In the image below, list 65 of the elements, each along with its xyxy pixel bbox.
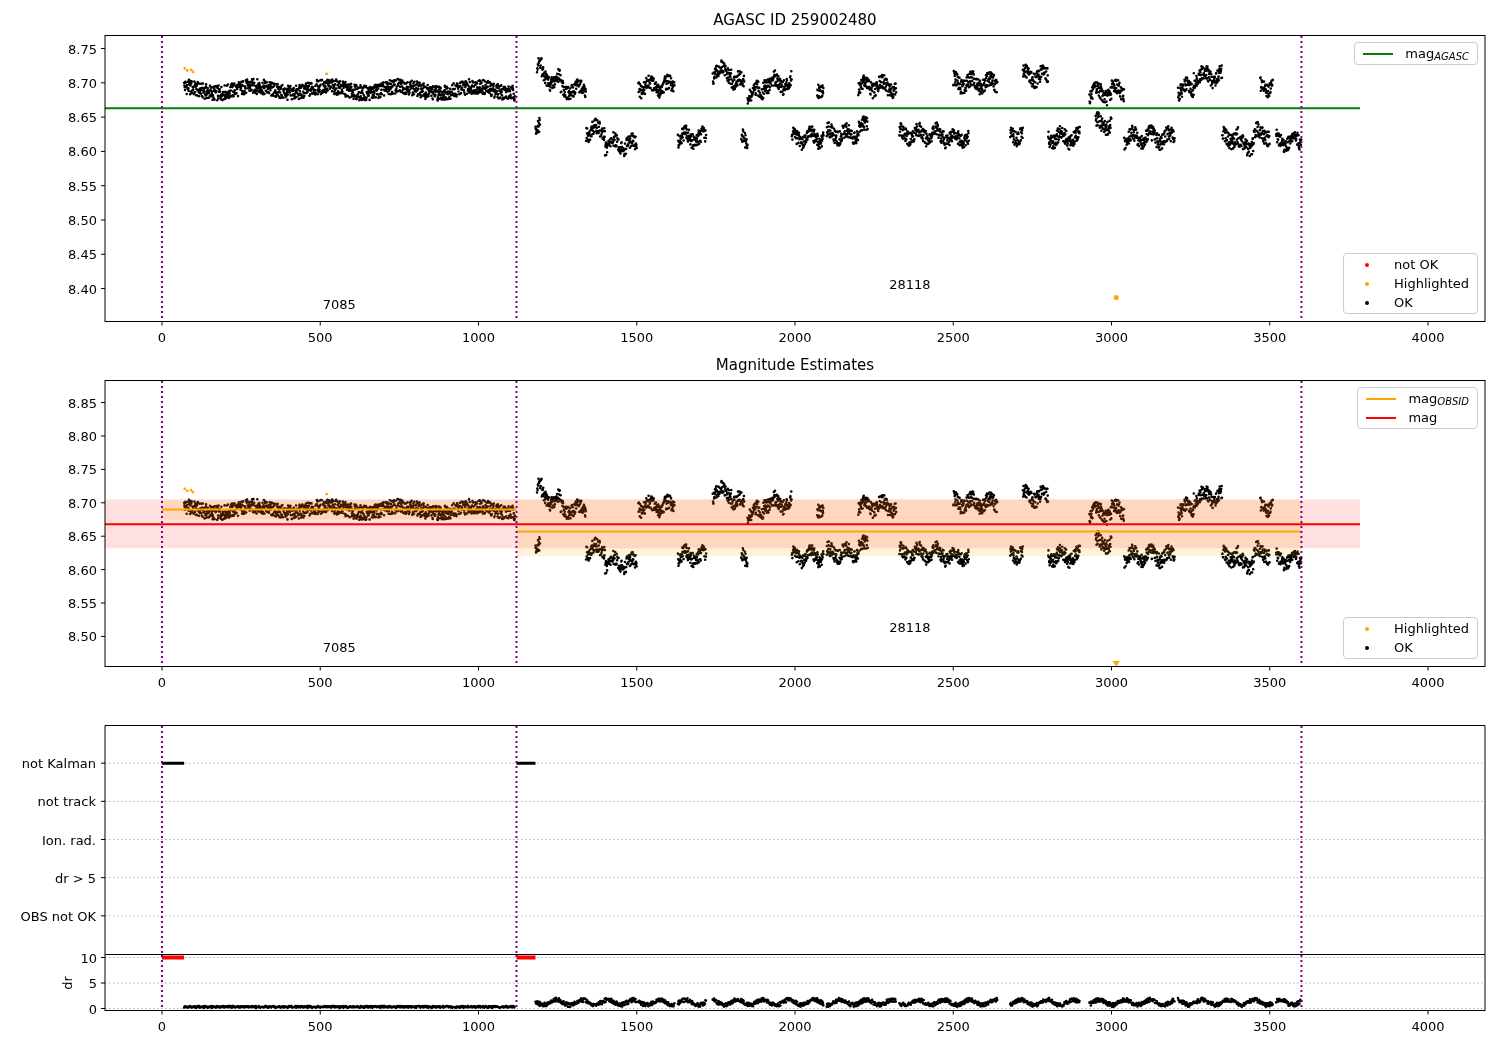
x-tick-label: 0 (157, 1019, 167, 1034)
y-tick-label: 8.85 (68, 395, 97, 411)
x-tick-label: 3000 (1094, 1019, 1129, 1034)
y-tick-label: 8.45 (68, 247, 97, 263)
chart-title: Magnitude Estimates (715, 354, 875, 376)
y-tick-label: 8.60 (68, 144, 97, 160)
flag-label: not track (37, 794, 96, 810)
y-tick-label: 8.70 (68, 75, 97, 91)
y-tick-label: 8.65 (68, 110, 97, 126)
flag-label: not Kalman (21, 756, 96, 772)
legend-label: mag$_{OBSID}$ (1408, 389, 1469, 409)
x-tick-label: 3500 (1253, 675, 1287, 690)
y-tick-label: 8.70 (68, 495, 97, 511)
x-tick-label: 4000 (1411, 675, 1445, 690)
x-tick-label: 3000 (1094, 330, 1129, 345)
y-tick-label: 8.60 (68, 562, 97, 578)
x-tick-label: 0 (157, 330, 167, 345)
legend-label: mag$_{AGASC}$ (1405, 44, 1469, 64)
x-tick-label: 2000 (778, 675, 812, 690)
x-tick-label: 1000 (461, 330, 496, 345)
obsid-label: 28118 (889, 276, 931, 292)
y-tick-label: 0 (88, 1001, 97, 1017)
legend-label: mag (1408, 408, 1438, 427)
y-axis-label: dr (59, 976, 75, 990)
x-tick-label: 3500 (1253, 1019, 1287, 1034)
x-tick-label: 2500 (936, 1019, 970, 1034)
x-tick-label: 1000 (461, 675, 496, 690)
x-tick-label: 3000 (1094, 675, 1129, 690)
x-tick-label: 1500 (620, 675, 654, 690)
y-tick-label: 8.75 (68, 41, 97, 57)
legend-label: OK (1394, 293, 1413, 312)
y-tick-label: 8.55 (68, 178, 97, 194)
legend-label: OK (1394, 638, 1413, 657)
legend-label: Highlighted (1394, 619, 1469, 638)
obsid-label: 7085 (322, 640, 356, 656)
x-tick-label: 2500 (936, 675, 970, 690)
x-tick-label: 500 (307, 330, 333, 345)
flag-label: dr > 5 (54, 870, 96, 886)
x-tick-label: 4000 (1411, 1019, 1445, 1034)
y-tick-label: 8.50 (68, 629, 97, 645)
x-tick-label: 2500 (936, 330, 970, 345)
chart-title: AGASC ID 259002480 (713, 9, 877, 31)
flag-label: OBS not OK (20, 908, 96, 924)
legend-label: Highlighted (1394, 274, 1469, 293)
obsid-label: 28118 (889, 620, 931, 636)
x-tick-label: 1500 (620, 1019, 654, 1034)
obsid-label: 7085 (322, 297, 356, 313)
x-tick-label: 0 (157, 675, 167, 690)
x-tick-label: 2000 (778, 330, 812, 345)
x-tick-label: 1500 (620, 330, 654, 345)
flag-label: Ion. rad. (42, 832, 96, 848)
x-tick-label: 1000 (461, 1019, 496, 1034)
y-tick-label: 8.40 (68, 281, 97, 297)
y-tick-label: 8.75 (68, 462, 97, 478)
x-tick-label: 4000 (1411, 330, 1445, 345)
y-tick-label: 5 (88, 976, 97, 991)
y-tick-label: 8.65 (68, 529, 97, 545)
x-tick-label: 500 (307, 1019, 333, 1034)
y-tick-label: 8.80 (68, 428, 97, 444)
y-tick-label: 8.55 (68, 596, 97, 611)
x-tick-label: 3500 (1253, 330, 1287, 345)
y-tick-label: 8.50 (68, 213, 97, 228)
x-tick-label: 500 (307, 675, 333, 690)
legend-label: not OK (1394, 255, 1439, 274)
x-tick-label: 2000 (778, 1019, 812, 1034)
